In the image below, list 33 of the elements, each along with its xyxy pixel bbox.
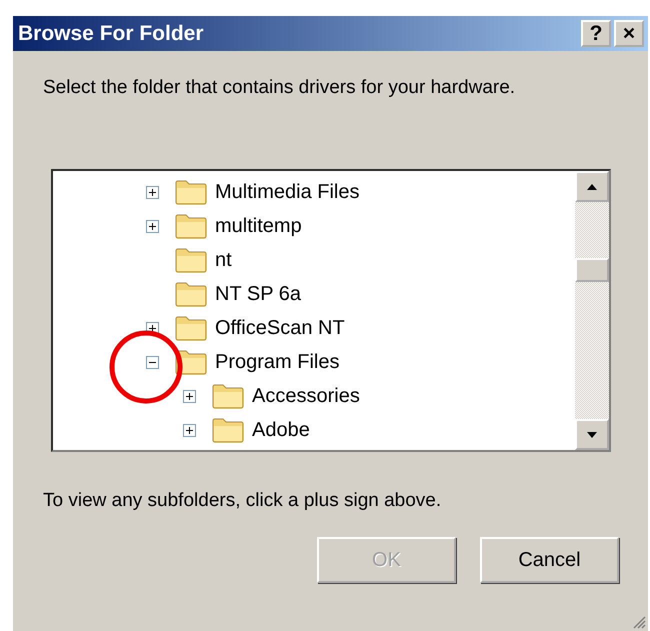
scroll-down-button[interactable] — [575, 419, 609, 450]
hint-text: To view any subfolders, click a plus sign above. — [43, 490, 442, 512]
folder-name[interactable]: NT SP 6a — [215, 282, 301, 306]
down-arrow-icon — [586, 430, 598, 438]
up-arrow-icon — [586, 182, 598, 190]
folder-name[interactable]: multitemp — [215, 214, 302, 238]
vertical-scrollbar[interactable] — [575, 171, 609, 450]
folder-name[interactable]: Adobe — [252, 418, 310, 442]
folder-name[interactable]: OfficeScan NT — [215, 316, 345, 340]
help-button[interactable]: ? — [581, 20, 611, 47]
expand-toggle[interactable] — [146, 186, 159, 198]
folder-icon — [175, 315, 207, 341]
folder-icon — [212, 417, 244, 443]
folder-icon — [175, 213, 207, 239]
folder-icon — [175, 281, 207, 307]
folder-name[interactable]: Multimedia Files — [215, 180, 360, 204]
close-button[interactable]: × — [614, 20, 644, 47]
folder-icon — [175, 247, 207, 273]
folder-name[interactable]: Program Files — [215, 350, 340, 374]
folder-icon — [212, 383, 244, 409]
folder-icon — [175, 179, 207, 205]
folder-name[interactable]: nt — [215, 248, 232, 272]
expand-toggle[interactable] — [183, 424, 196, 436]
collapse-toggle[interactable] — [146, 356, 159, 368]
instruction-text: Select the folder that contains drivers for your hardware. — [43, 77, 516, 99]
expand-toggle[interactable] — [183, 390, 196, 402]
cancel-button[interactable]: Cancel — [480, 537, 619, 583]
expand-toggle[interactable] — [146, 220, 159, 232]
folder-name[interactable]: Accessories — [252, 384, 360, 408]
resize-grip-icon — [632, 615, 646, 629]
scroll-up-button[interactable] — [575, 171, 609, 202]
scroll-thumb[interactable] — [575, 258, 609, 282]
window-title: Browse For Folder — [18, 22, 204, 46]
